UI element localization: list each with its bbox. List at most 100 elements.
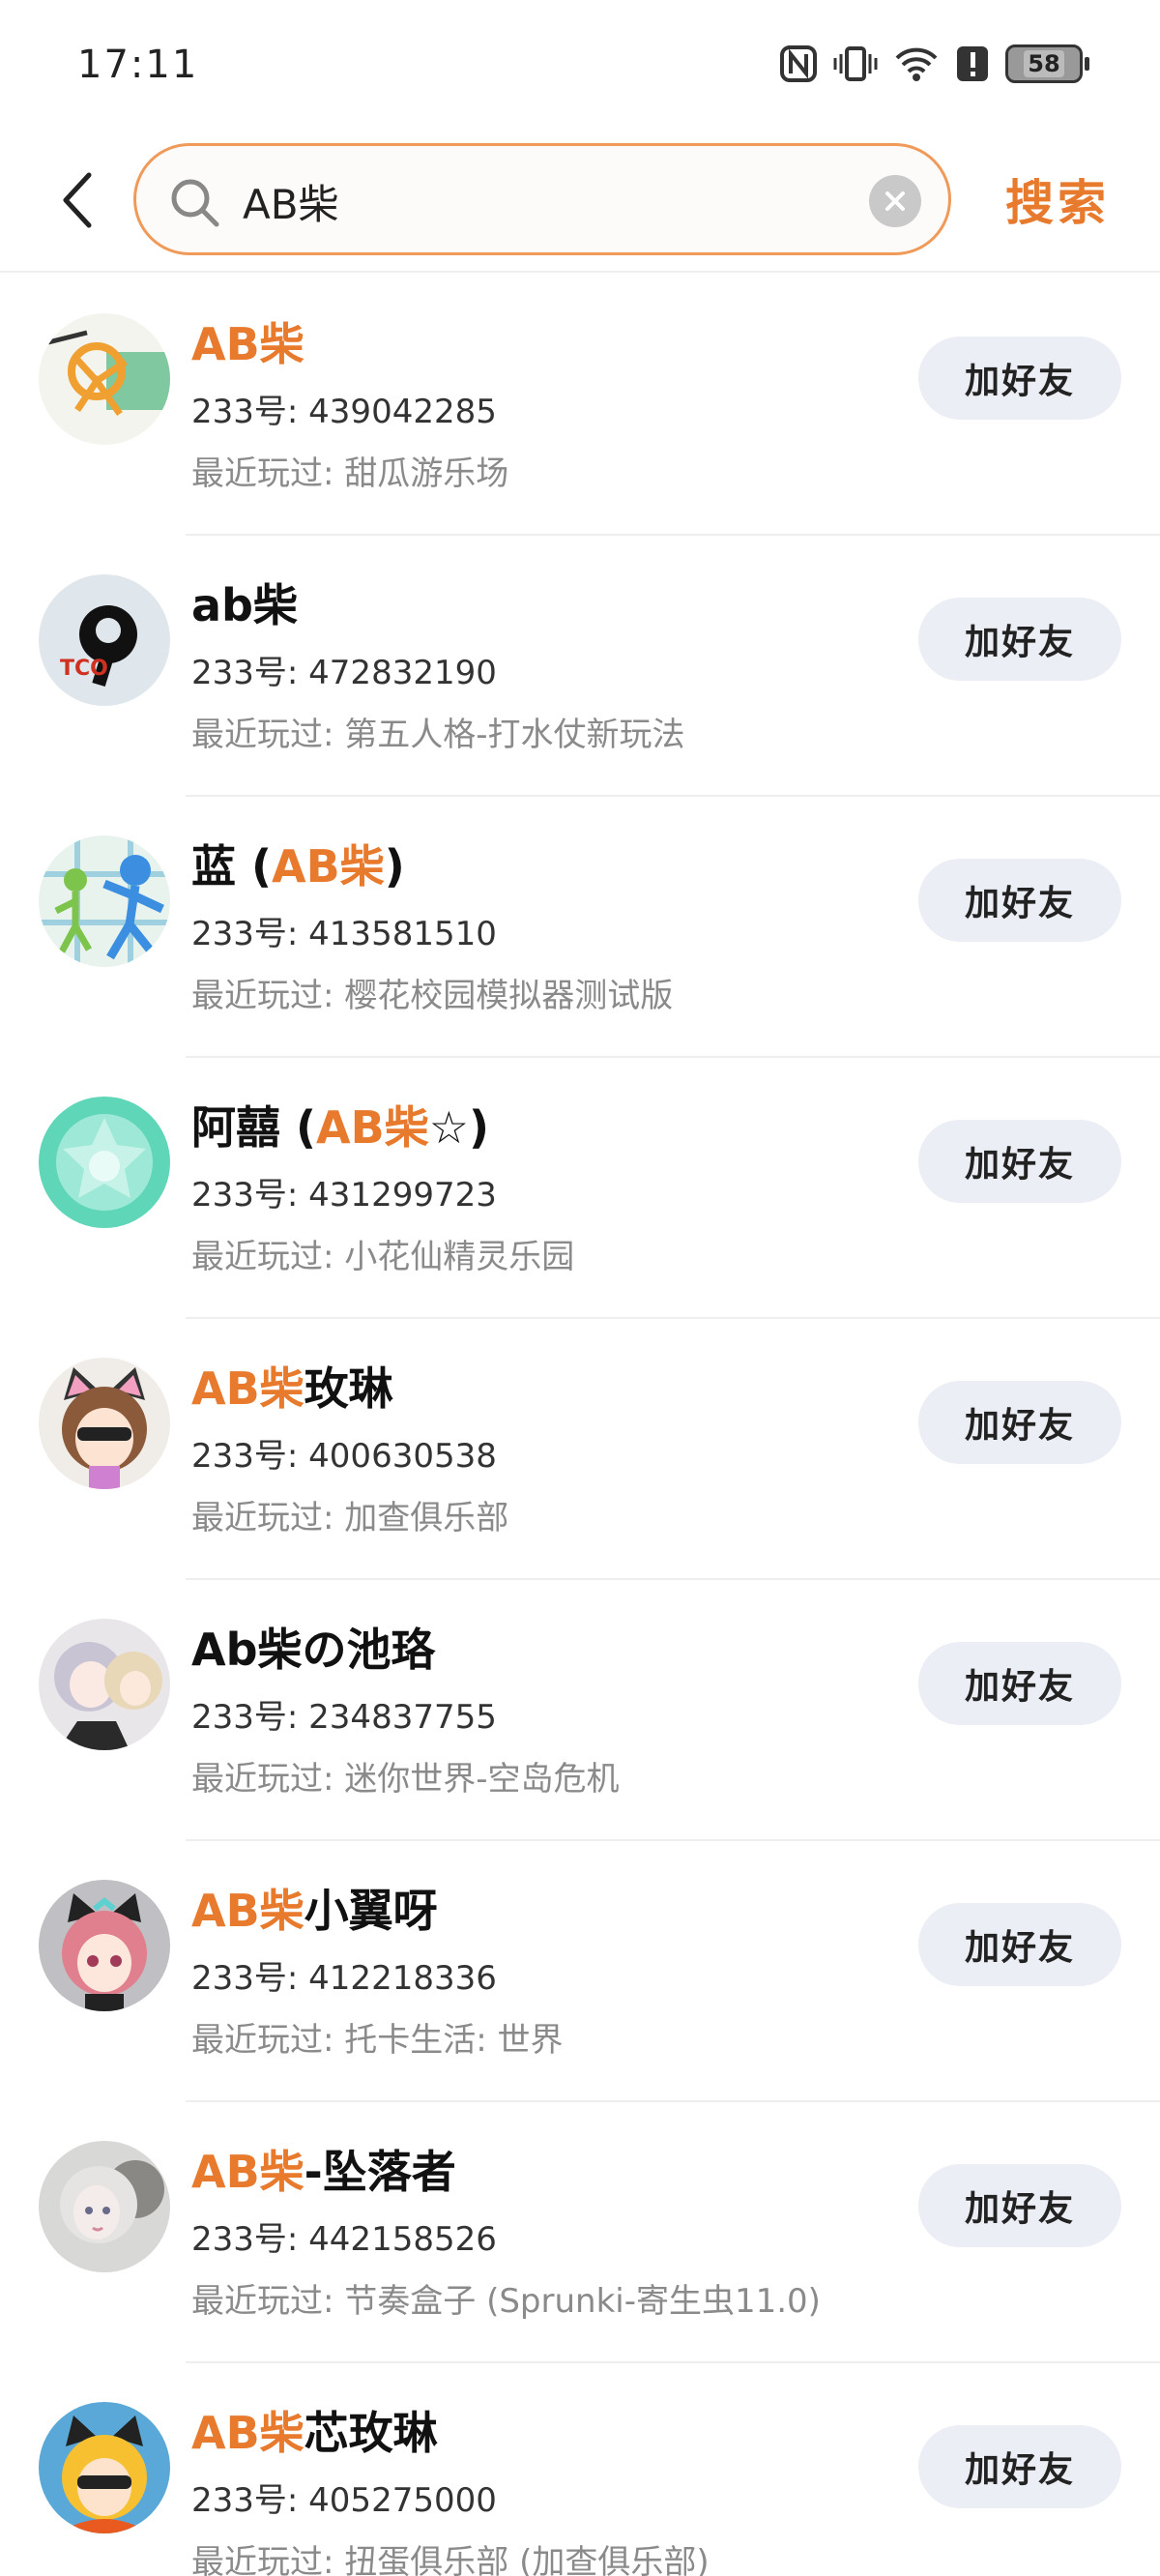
user-id: 233号: 412218336: [191, 1951, 497, 1999]
add-friend-button[interactable]: 加好友: [918, 1903, 1121, 1986]
avatar[interactable]: [39, 2141, 170, 2272]
recently-played: 最近玩过: 托卡生活: 世界: [191, 2013, 564, 2061]
avatar[interactable]: [39, 1097, 170, 1228]
result-row[interactable]: Ab柴の池珞 233号: 234837755 最近玩过: 迷你世界-空岛危机 加好友: [0, 1580, 1160, 1841]
user-name-highlight: AB柴: [316, 1101, 429, 1154]
user-name-text: 玫琳: [304, 1362, 393, 1415]
user-id: 233号: 439042285: [191, 385, 497, 432]
user-id-label: 233号:: [191, 393, 309, 431]
user-name: 阿囍 (AB柴☆): [191, 1093, 489, 1156]
user-id: 233号: 234837755: [191, 1690, 497, 1738]
user-id-label: 233号:: [191, 1437, 309, 1476]
status-icons: 58: [779, 44, 1089, 83]
user-name-text: 阿囍 (: [191, 1101, 317, 1154]
search-box[interactable]: [133, 143, 951, 255]
user-name-text: Ab柴の池珞: [191, 1624, 436, 1676]
add-friend-button[interactable]: 加好友: [918, 1120, 1121, 1203]
add-friend-button[interactable]: 加好友: [918, 337, 1121, 420]
recently-played-game: 扭蛋俱乐部 (加查俱乐部): [344, 2543, 710, 2576]
user-id: 233号: 405275000: [191, 2474, 497, 2521]
nfc-icon: [780, 45, 817, 82]
user-name-text: 芯玫琳: [304, 2407, 438, 2459]
add-friend-button[interactable]: 加好友: [918, 598, 1121, 681]
recently-played-game: 第五人格-打水仗新玩法: [344, 716, 685, 754]
avatar[interactable]: [39, 2402, 170, 2533]
user-name: ab柴: [191, 571, 298, 634]
result-row[interactable]: 蓝 (AB柴) 233号: 413581510 最近玩过: 樱花校园模拟器测试版 加好…: [0, 797, 1160, 1058]
add-friend-button[interactable]: 加好友: [918, 2164, 1121, 2247]
search-icon: [171, 179, 219, 227]
user-name-text: ): [384, 840, 405, 893]
wifi-icon: [895, 47, 938, 81]
user-name: AB柴玫琳: [191, 1354, 393, 1418]
add-friend-button[interactable]: 加好友: [918, 859, 1121, 942]
user-name-text: ab柴: [191, 579, 298, 631]
user-id-label: 233号:: [191, 654, 309, 692]
user-id-label: 233号:: [191, 1698, 309, 1737]
battery-icon: 58: [1005, 44, 1089, 83]
add-friend-button[interactable]: 加好友: [918, 1381, 1121, 1464]
user-name-text: ☆): [428, 1101, 489, 1154]
result-row[interactable]: AB柴小翼呀 233号: 412218336 最近玩过: 托卡生活: 世界 加好友: [0, 1841, 1160, 2102]
user-id-label: 233号:: [191, 1959, 309, 1998]
user-id-value: 442158526: [308, 2220, 497, 2259]
recently-played: 最近玩过: 节奏盒子 (Sprunki-寄生虫11.0): [191, 2274, 821, 2322]
recently-played-label: 最近玩过:: [191, 2543, 345, 2576]
recently-played-game: 节奏盒子 (Sprunki-寄生虫11.0): [344, 2282, 821, 2321]
user-id-value: 439042285: [308, 393, 497, 431]
avatar[interactable]: [39, 835, 170, 967]
recently-played-game: 樱花校园模拟器测试版: [344, 977, 674, 1015]
status-bar: 17:11 58: [0, 0, 1160, 135]
chevron-left-icon: [63, 172, 92, 228]
user-name: 蓝 (AB柴): [191, 832, 405, 895]
recently-played-game: 托卡生活: 世界: [344, 2021, 564, 2060]
user-id-value: 400630538: [308, 1437, 497, 1476]
add-friend-button[interactable]: 加好友: [918, 2425, 1121, 2508]
add-friend-button[interactable]: 加好友: [918, 1642, 1121, 1725]
avatar[interactable]: [39, 1880, 170, 2011]
user-id: 233号: 400630538: [191, 1429, 497, 1477]
recently-played-label: 最近玩过:: [191, 1760, 345, 1799]
search-input[interactable]: [243, 169, 823, 233]
user-id: 233号: 413581510: [191, 907, 497, 954]
user-name-highlight: AB柴: [191, 2146, 304, 2198]
alert-icon: [957, 46, 988, 81]
result-row[interactable]: AB柴-坠落者 233号: 442158526 最近玩过: 节奏盒子 (Sprunk…: [0, 2102, 1160, 2363]
result-row[interactable]: AB柴玫琳 233号: 400630538 最近玩过: 加查俱乐部 加好友: [0, 1319, 1160, 1580]
recently-played-label: 最近玩过:: [191, 1238, 345, 1276]
recently-played-label: 最近玩过:: [191, 2021, 345, 2060]
user-name-highlight: AB柴: [272, 840, 385, 893]
result-row[interactable]: TCO ab柴 233号: 472832190 最近玩过: 第五人格-打水仗新玩法 加好…: [0, 536, 1160, 797]
user-name: AB柴芯玫琳: [191, 2398, 438, 2462]
back-button[interactable]: [48, 166, 106, 234]
user-id-value: 234837755: [308, 1698, 497, 1737]
result-row[interactable]: AB柴 233号: 439042285 最近玩过: 甜瓜游乐场 加好友: [0, 275, 1160, 536]
user-name-text: 小翼呀: [304, 1885, 438, 1937]
recently-played: 最近玩过: 第五人格-打水仗新玩法: [191, 708, 685, 755]
avatar[interactable]: TCO: [39, 574, 170, 706]
result-row[interactable]: AB柴芯玫琳 233号: 405275000 最近玩过: 扭蛋俱乐部 (加查俱乐部)…: [0, 2363, 1160, 2576]
recently-played-label: 最近玩过:: [191, 2282, 345, 2321]
recently-played-game: 小花仙精灵乐园: [344, 1238, 575, 1276]
user-id-value: 472832190: [308, 654, 497, 692]
vibrate-icon: [833, 46, 878, 81]
recently-played-game: 甜瓜游乐场: [344, 454, 509, 493]
user-id-value: 431299723: [308, 1176, 497, 1215]
search-button[interactable]: 搜索: [1005, 164, 1110, 234]
user-id: 233号: 431299723: [191, 1168, 497, 1215]
user-name-highlight: AB柴: [191, 1885, 304, 1937]
recently-played-label: 最近玩过:: [191, 1499, 345, 1537]
user-id-value: 412218336: [308, 1959, 497, 1998]
clear-search-button[interactable]: [869, 175, 921, 227]
recently-played: 最近玩过: 樱花校园模拟器测试版: [191, 969, 673, 1016]
close-icon: [885, 191, 905, 211]
status-time: 17:11: [77, 43, 199, 87]
recently-played: 最近玩过: 小花仙精灵乐园: [191, 1230, 574, 1277]
user-name: AB柴-坠落者: [191, 2137, 456, 2201]
result-row[interactable]: 阿囍 (AB柴☆) 233号: 431299723 最近玩过: 小花仙精灵乐园 加好友: [0, 1058, 1160, 1319]
avatar[interactable]: [39, 313, 170, 445]
avatar[interactable]: [39, 1358, 170, 1489]
user-name-text: -坠落者: [304, 2146, 456, 2198]
avatar[interactable]: [39, 1619, 170, 1750]
user-name-highlight: AB柴: [191, 2407, 304, 2459]
